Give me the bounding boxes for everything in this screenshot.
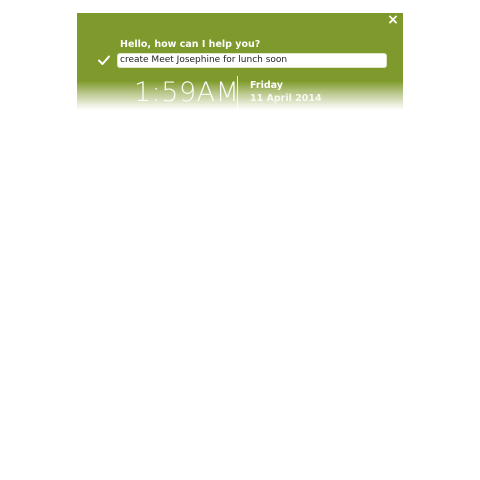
assistant-panel: × Hello, how can I help you? 1:59AM Frid… — [77, 13, 403, 110]
command-input[interactable] — [117, 53, 387, 68]
clock-date: 11 April 2014 — [250, 93, 322, 104]
close-icon[interactable]: × — [386, 13, 400, 27]
clock-time: 1:59AM — [134, 77, 240, 108]
clock-divider — [237, 76, 238, 110]
check-icon[interactable] — [97, 54, 111, 66]
clock-day: Friday — [250, 80, 283, 91]
assistant-prompt: Hello, how can I help you? — [120, 39, 261, 50]
